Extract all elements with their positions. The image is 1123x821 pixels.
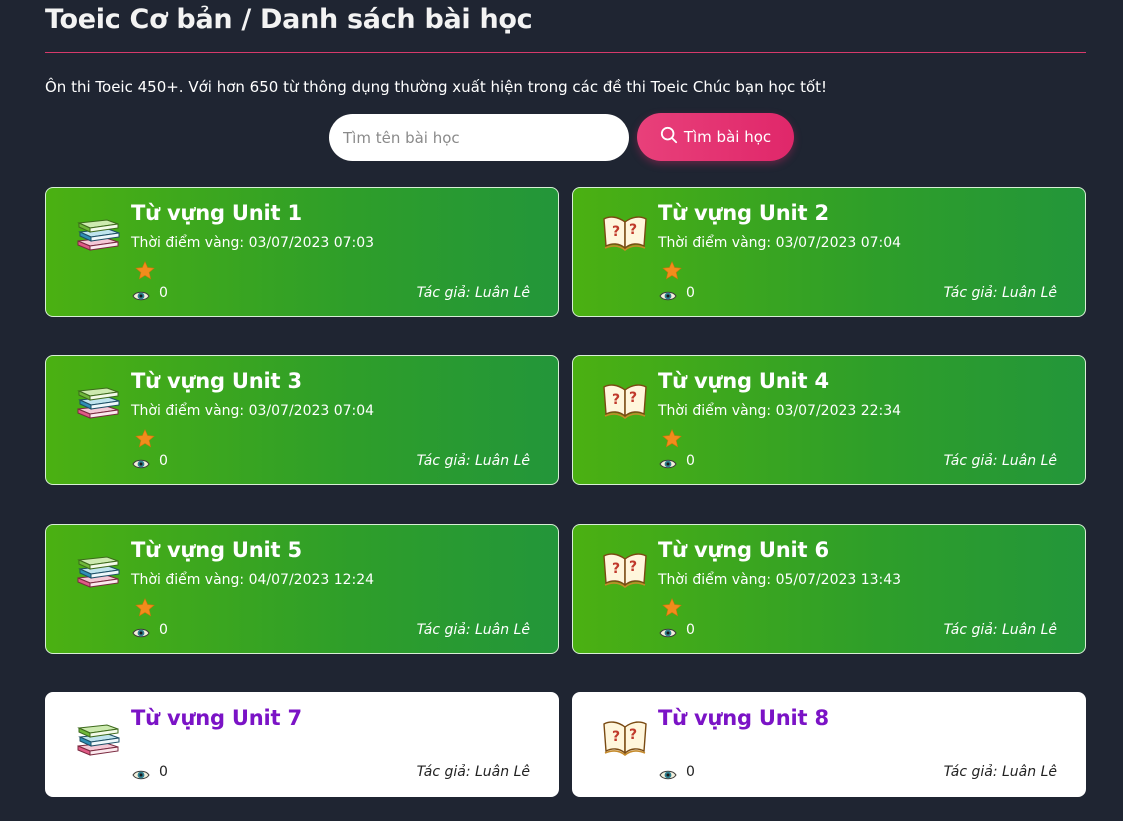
open-book-icon: ?? bbox=[601, 376, 649, 420]
books-stack-icon bbox=[74, 376, 122, 420]
view-count: 0 bbox=[159, 622, 168, 638]
lesson-golden-time: Thời điểm vàng: 03/07/2023 07:04 bbox=[131, 403, 375, 419]
lesson-card-unit-2[interactable]: ?? Từ vựng Unit 2 Thời điểm vàng: 03/07/… bbox=[572, 187, 1086, 317]
page-description: Ôn thi Toeic 450+. Với hơn 650 từ thông … bbox=[45, 78, 828, 96]
lesson-author: Tác giả: Luân Lê bbox=[943, 453, 1057, 469]
view-count: 0 bbox=[686, 285, 695, 301]
lesson-golden-time: Thời điểm vàng: 05/07/2023 13:43 bbox=[658, 572, 902, 588]
books-stack-icon bbox=[74, 713, 122, 757]
eye-icon bbox=[132, 288, 150, 302]
lesson-author: Tác giả: Luân Lê bbox=[416, 453, 530, 469]
lesson-card-unit-1[interactable]: Từ vựng Unit 1 Thời điểm vàng: 03/07/202… bbox=[45, 187, 559, 317]
svg-text:?: ? bbox=[612, 729, 620, 745]
eye-icon bbox=[132, 625, 150, 639]
svg-text:?: ? bbox=[612, 224, 620, 240]
lesson-golden-time: Thời điểm vàng: 04/07/2023 12:24 bbox=[131, 572, 375, 588]
open-book-icon: ?? bbox=[601, 208, 649, 252]
lesson-card-unit-3[interactable]: Từ vựng Unit 3 Thời điểm vàng: 03/07/202… bbox=[45, 355, 559, 485]
eye-icon bbox=[659, 456, 677, 470]
eye-icon bbox=[132, 456, 150, 470]
star-icon bbox=[135, 429, 155, 448]
star-icon bbox=[662, 598, 682, 617]
lesson-author: Tác giả: Luân Lê bbox=[943, 622, 1057, 638]
svg-text:?: ? bbox=[629, 727, 637, 743]
search-input[interactable] bbox=[329, 114, 629, 161]
search-button-label: Tìm bài học bbox=[683, 128, 772, 146]
view-count: 0 bbox=[159, 453, 168, 469]
lesson-title[interactable]: Từ vựng Unit 6 bbox=[658, 538, 829, 562]
lesson-title[interactable]: Từ vựng Unit 8 bbox=[658, 706, 829, 730]
lesson-title[interactable]: Từ vựng Unit 2 bbox=[658, 201, 829, 225]
lesson-title[interactable]: Từ vựng Unit 4 bbox=[658, 369, 829, 393]
eye-icon bbox=[659, 288, 677, 302]
view-count: 0 bbox=[159, 285, 168, 301]
view-count: 0 bbox=[686, 764, 695, 780]
svg-text:?: ? bbox=[612, 561, 620, 577]
lesson-card-unit-5[interactable]: Từ vựng Unit 5 Thời điểm vàng: 04/07/202… bbox=[45, 524, 559, 654]
eye-icon bbox=[132, 767, 150, 781]
books-stack-icon bbox=[74, 545, 122, 589]
lesson-golden-time: Thời điểm vàng: 03/07/2023 22:34 bbox=[658, 403, 902, 419]
lesson-title[interactable]: Từ vựng Unit 7 bbox=[131, 706, 302, 730]
star-icon bbox=[662, 261, 682, 280]
svg-text:?: ? bbox=[629, 390, 637, 406]
lesson-author: Tác giả: Luân Lê bbox=[416, 285, 530, 301]
lesson-author: Tác giả: Luân Lê bbox=[416, 764, 530, 780]
view-count: 0 bbox=[686, 453, 695, 469]
star-icon bbox=[135, 261, 155, 280]
search-icon bbox=[660, 126, 678, 148]
svg-text:?: ? bbox=[629, 559, 637, 575]
title-divider bbox=[45, 52, 1086, 53]
lesson-title[interactable]: Từ vựng Unit 5 bbox=[131, 538, 302, 562]
svg-text:?: ? bbox=[629, 222, 637, 238]
page-title: Toeic Cơ bản / Danh sách bài học bbox=[45, 4, 533, 35]
star-icon bbox=[662, 429, 682, 448]
open-book-icon: ?? bbox=[601, 545, 649, 589]
lesson-author: Tác giả: Luân Lê bbox=[416, 622, 530, 638]
search-button[interactable]: Tìm bài học bbox=[637, 113, 794, 161]
lesson-title[interactable]: Từ vựng Unit 1 bbox=[131, 201, 302, 225]
open-book-icon: ?? bbox=[601, 713, 649, 757]
eye-icon bbox=[659, 767, 677, 781]
lesson-card-unit-6[interactable]: ?? Từ vựng Unit 6 Thời điểm vàng: 05/07/… bbox=[572, 524, 1086, 654]
star-icon bbox=[135, 598, 155, 617]
eye-icon bbox=[659, 625, 677, 639]
lesson-golden-time: Thời điểm vàng: 03/07/2023 07:04 bbox=[658, 235, 902, 251]
lesson-card-unit-8[interactable]: ?? Từ vựng Unit 8 0 Tác giả: Luân Lê bbox=[572, 692, 1086, 797]
books-stack-icon bbox=[74, 208, 122, 252]
lesson-card-unit-4[interactable]: ?? Từ vựng Unit 4 Thời điểm vàng: 03/07/… bbox=[572, 355, 1086, 485]
view-count: 0 bbox=[159, 764, 168, 780]
lesson-author: Tác giả: Luân Lê bbox=[943, 285, 1057, 301]
lesson-card-unit-7[interactable]: Từ vựng Unit 7 0 Tác giả: Luân Lê bbox=[45, 692, 559, 797]
lesson-golden-time: Thời điểm vàng: 03/07/2023 07:03 bbox=[131, 235, 375, 251]
svg-text:?: ? bbox=[612, 392, 620, 408]
view-count: 0 bbox=[686, 622, 695, 638]
lesson-author: Tác giả: Luân Lê bbox=[943, 764, 1057, 780]
lesson-title[interactable]: Từ vựng Unit 3 bbox=[131, 369, 302, 393]
